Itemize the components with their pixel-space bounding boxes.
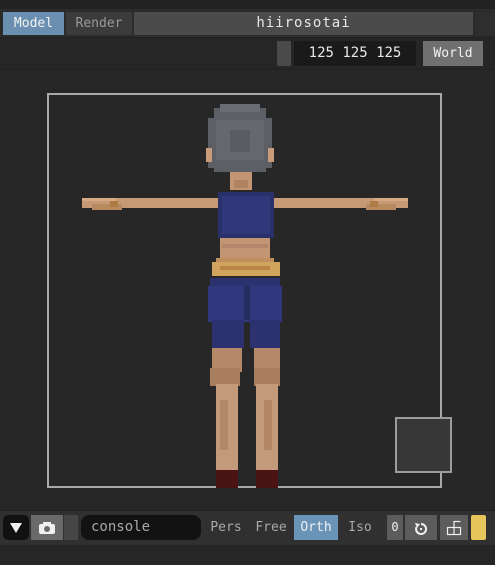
- footer-bar: [0, 545, 495, 565]
- size-toolbar-handle[interactable]: [277, 41, 291, 66]
- view-mode-free[interactable]: Free: [253, 515, 289, 540]
- model-dimensions-field[interactable]: 125 125 125: [294, 41, 416, 66]
- character-top: [218, 192, 274, 238]
- voxel-character-model[interactable]: [70, 100, 420, 495]
- console-input[interactable]: console: [81, 515, 201, 540]
- world-space-button[interactable]: World: [423, 41, 483, 66]
- character-legs: [210, 348, 280, 470]
- rotate-ccw-icon: [415, 522, 428, 535]
- size-toolbar: [0, 38, 495, 69]
- character-shorts: [208, 278, 282, 348]
- file-name-field[interactable]: hiirosotai: [134, 12, 473, 35]
- mode-tab-render[interactable]: Render: [66, 12, 132, 35]
- menu-toggle-button[interactable]: [3, 515, 29, 540]
- reset-view-button[interactable]: [405, 515, 437, 540]
- zero-button[interactable]: 0: [387, 515, 403, 540]
- viewport-gizmo-box[interactable]: [395, 417, 452, 473]
- mode-tab-model[interactable]: Model: [3, 12, 64, 35]
- color-swatch[interactable]: [471, 515, 486, 540]
- camera-separator: [64, 515, 78, 540]
- view-mode-pers[interactable]: Pers: [207, 515, 245, 540]
- view-mode-iso[interactable]: Iso: [344, 515, 376, 540]
- character-shoes: [216, 470, 278, 488]
- view-mode-orth[interactable]: Orth: [294, 515, 338, 540]
- top-bar-end-cap: [476, 12, 495, 35]
- camera-icon: [39, 521, 55, 534]
- grid-icon: [446, 520, 462, 535]
- grid-toggle-button[interactable]: [440, 515, 468, 540]
- character-hair: [208, 104, 272, 172]
- camera-button[interactable]: [31, 515, 63, 540]
- triangle-down-icon: [10, 522, 22, 533]
- character-midriff: [212, 238, 280, 276]
